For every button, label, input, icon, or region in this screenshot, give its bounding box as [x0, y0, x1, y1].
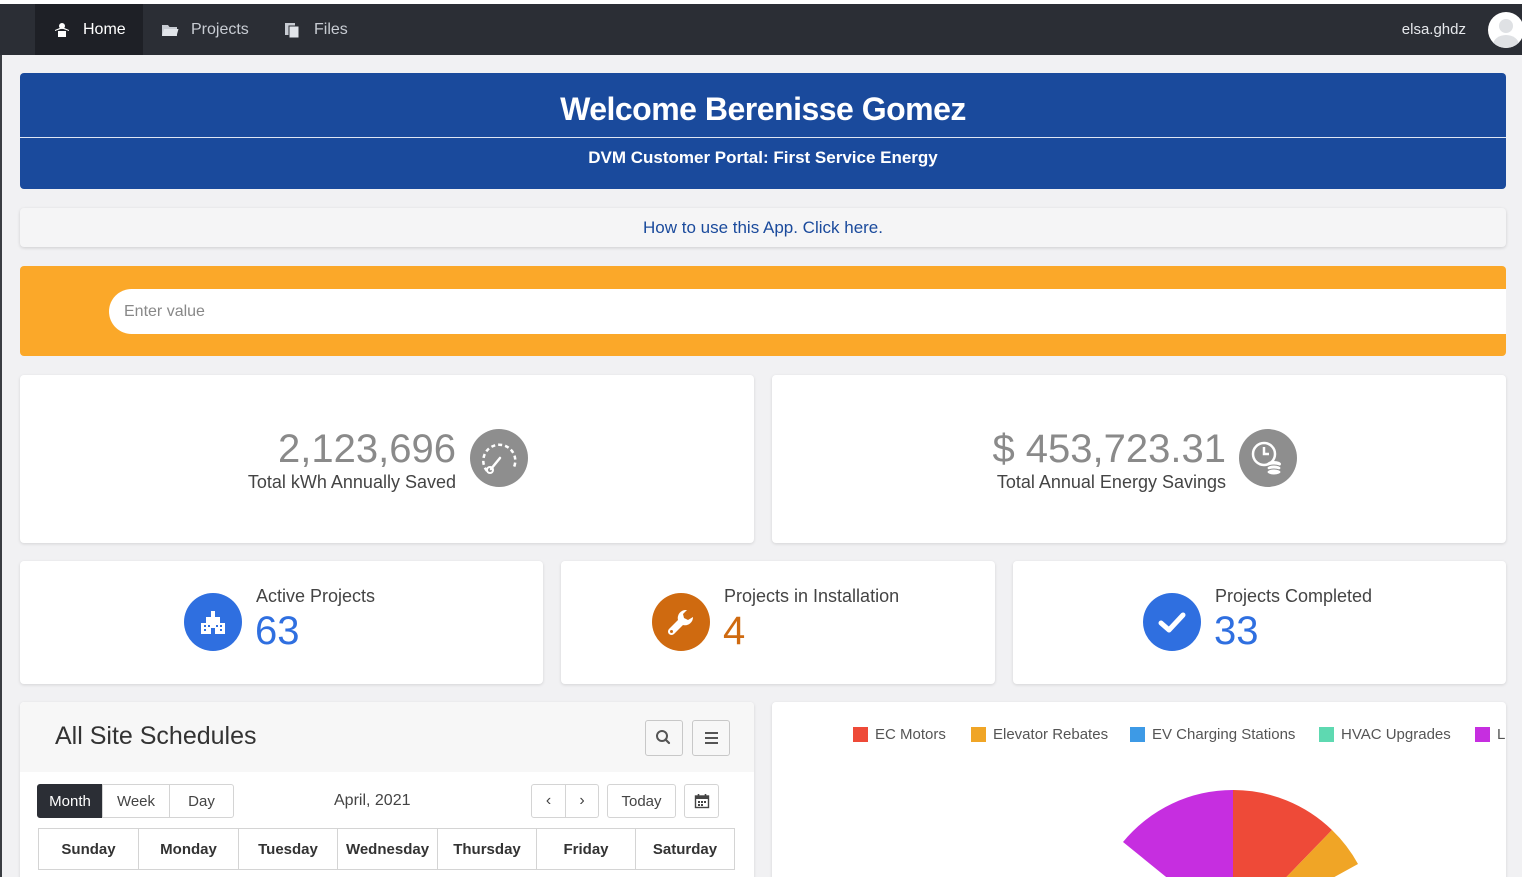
folder-icon [162, 24, 179, 36]
nav-home-label: Home [83, 20, 126, 38]
nav-projects[interactable]: Projects [161, 4, 249, 55]
chevron-right-icon: › [579, 792, 585, 809]
donut-chart [1123, 789, 1358, 877]
clock-coins-icon [1239, 429, 1297, 487]
nav-home[interactable]: Home [35, 4, 143, 55]
schedule-title: All Site Schedules [55, 722, 257, 750]
donut-slice-l [1123, 789, 1233, 877]
current-month-label: April, 2021 [334, 792, 411, 809]
next-month-button[interactable]: › [565, 784, 599, 818]
top-navbar: Home Projects Files elsa.ghdz [0, 4, 1522, 55]
savings-label: Total Annual Energy Savings [996, 472, 1226, 492]
nav-files[interactable]: Files [284, 4, 348, 55]
view-week-button[interactable]: Week [102, 784, 170, 818]
menu-icon [705, 732, 718, 744]
active-projects-label: Active Projects [256, 586, 376, 606]
day-header-friday: Friday [536, 828, 635, 870]
day-header-saturday: Saturday [635, 828, 735, 870]
completed-card[interactable]: Projects Completed 33 [1013, 561, 1506, 684]
avatar[interactable] [1488, 12, 1522, 48]
savings-value: $ 453,723.31 [992, 427, 1226, 471]
kwh-label: Total kWh Annually Saved [247, 472, 456, 492]
building-icon [184, 593, 242, 651]
welcome-banner: Welcome Berenisse Gomez DVM Customer Por… [20, 73, 1506, 189]
view-day-button[interactable]: Day [169, 784, 234, 818]
installation-label: Projects in Installation [724, 586, 900, 606]
kwh-value: 2,123,696 [278, 427, 456, 471]
completed-count: 33 [1214, 609, 1259, 653]
banner-divider [20, 137, 1506, 138]
active-projects-count: 63 [255, 609, 300, 653]
date-picker-button[interactable] [684, 784, 719, 818]
day-header-thursday: Thursday [437, 828, 536, 870]
help-link[interactable]: How to use this App. Click here. [643, 218, 883, 238]
help-bar: How to use this App. Click here. [20, 208, 1506, 247]
schedule-menu-button[interactable] [692, 720, 730, 756]
completed-label: Projects Completed [1215, 586, 1373, 606]
today-button[interactable]: Today [607, 784, 676, 818]
calendar-icon [694, 794, 709, 809]
active-projects-card[interactable]: Active Projects 63 [20, 561, 543, 684]
kwh-stat: 2,123,696 Total kWh Annually Saved [248, 427, 456, 493]
check-icon [1143, 593, 1201, 651]
day-header-sunday: Sunday [38, 828, 138, 870]
home-icon [55, 22, 69, 37]
schedule-search-button[interactable] [645, 720, 683, 756]
kwh-card: 2,123,696 Total kWh Annually Saved [20, 375, 754, 543]
search-icon [656, 730, 671, 745]
view-month-button[interactable]: Month [37, 784, 103, 818]
schedule-card: All Site Schedules Month Week Day April,… [20, 702, 754, 877]
wrench-icon [652, 593, 710, 651]
day-header-monday: Monday [138, 828, 238, 870]
project-types-chart-card: EC Motors Elevator Rebates EV Charging S… [772, 702, 1506, 877]
files-icon [285, 22, 300, 38]
nav-projects-label: Projects [191, 20, 249, 38]
installation-count: 4 [723, 609, 746, 653]
search-band [20, 266, 1506, 356]
nav-files-label: Files [314, 20, 348, 38]
installation-card[interactable]: Projects in Installation 4 [561, 561, 995, 684]
day-header-wednesday: Wednesday [337, 828, 437, 870]
search-input[interactable] [109, 289, 1506, 334]
screen-edge [0, 0, 2, 877]
prev-month-button[interactable]: ‹ [531, 784, 566, 818]
gauge-icon [470, 429, 528, 487]
chevron-left-icon: ‹ [545, 792, 552, 809]
username[interactable]: elsa.ghdz [1402, 4, 1466, 55]
schedule-header: All Site Schedules [20, 702, 754, 772]
savings-card: $ 453,723.31 Total Annual Energy Savings [772, 375, 1506, 543]
welcome-title: Welcome Berenisse Gomez [560, 91, 966, 127]
portal-subtitle: DVM Customer Portal: First Service Energ… [588, 148, 938, 167]
savings-stat: $ 453,723.31 Total Annual Energy Savings [992, 427, 1226, 493]
day-header-tuesday: Tuesday [238, 828, 337, 870]
